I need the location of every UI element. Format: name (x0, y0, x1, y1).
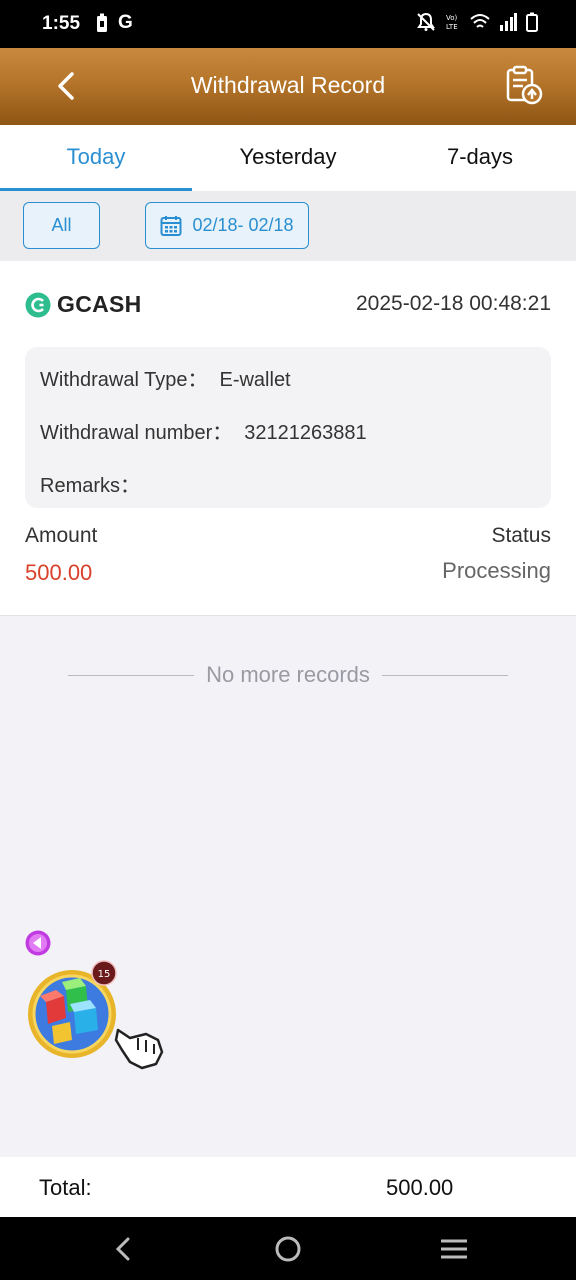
withdrawal-number-label: Withdrawal number： (40, 422, 233, 444)
date-tabs: Today Yesterday 7-days (0, 125, 576, 191)
collapse-arrow-icon[interactable] (25, 930, 51, 956)
status-label: Status (491, 524, 551, 547)
volte-lte-icon: Vo) LTE (446, 14, 458, 31)
amount-label: Amount (25, 524, 98, 547)
filter-all-button[interactable]: All (23, 202, 100, 249)
status-value: Processing (442, 558, 551, 583)
record-datetime: 2025-02-18 00:48:21 (356, 292, 551, 315)
google-g-icon: G (118, 12, 133, 33)
gcash-logo-icon (25, 292, 51, 317)
wifi-icon (470, 14, 490, 28)
nav-home-icon[interactable] (271, 1233, 305, 1265)
amount-value: 500.00 (25, 560, 93, 585)
nav-recents-icon[interactable] (437, 1233, 471, 1265)
divider-right (381, 674, 508, 676)
page-title: Withdrawal Record (190, 72, 386, 98)
tab-yesterday[interactable]: Yesterday (192, 125, 384, 191)
nav-back-icon[interactable] (106, 1233, 140, 1265)
divider-left (68, 674, 195, 676)
app-header: Withdrawal Record (0, 48, 576, 125)
remarks-row: Remarks： (40, 469, 152, 498)
total-bar: Total: 500.00 (0, 1157, 576, 1217)
svg-text:LTE: LTE (446, 23, 458, 31)
withdrawal-type-label: Withdrawal Type： (40, 369, 208, 391)
hand-pointer-icon (114, 1028, 164, 1070)
battery-saver-icon (97, 13, 107, 32)
system-nav-bar (0, 1217, 576, 1280)
no-more-records-text: No more records (206, 662, 370, 687)
provider-brand: GCASH (25, 291, 142, 318)
tab-7-days[interactable]: 7-days (384, 125, 576, 191)
status-time: 1:55 (42, 13, 81, 34)
withdrawal-type-value: E-wallet (219, 369, 291, 391)
date-range-button[interactable]: 02/18- 02/18 (145, 202, 309, 249)
status-bar: 1:55 G Vo) LTE (0, 0, 576, 48)
remarks-label: Remarks： (40, 475, 141, 497)
mute-bell-icon (417, 12, 435, 31)
withdrawal-record-card[interactable]: GCASH 2025-02-18 00:48:21 Withdrawal Typ… (0, 261, 576, 616)
svg-text:Vo): Vo) (446, 14, 458, 22)
floating-game-widget[interactable]: 15 (26, 960, 166, 1075)
withdrawal-number-row: Withdrawal number： 32121263881 (40, 416, 367, 445)
record-details: Withdrawal Type： E-wallet Withdrawal numb… (25, 347, 551, 508)
clipboard-upload-icon[interactable] (503, 64, 545, 106)
total-value: 500.00 (386, 1175, 454, 1200)
withdrawal-type-row: Withdrawal Type： E-wallet (40, 363, 291, 392)
tab-today[interactable]: Today (0, 125, 192, 191)
calendar-icon (160, 215, 182, 236)
battery-icon (526, 12, 538, 32)
withdrawal-number-value: 32121263881 (244, 422, 367, 444)
no-more-records: No more records (68, 660, 508, 690)
badge-count: 15 (98, 969, 111, 980)
total-label: Total: (39, 1175, 92, 1200)
signal-icon (500, 13, 517, 31)
date-range-label: 02/18- 02/18 (192, 215, 294, 235)
provider-name: GCASH (57, 291, 142, 317)
filter-bar: All 02/18- 02/18 (0, 191, 576, 261)
